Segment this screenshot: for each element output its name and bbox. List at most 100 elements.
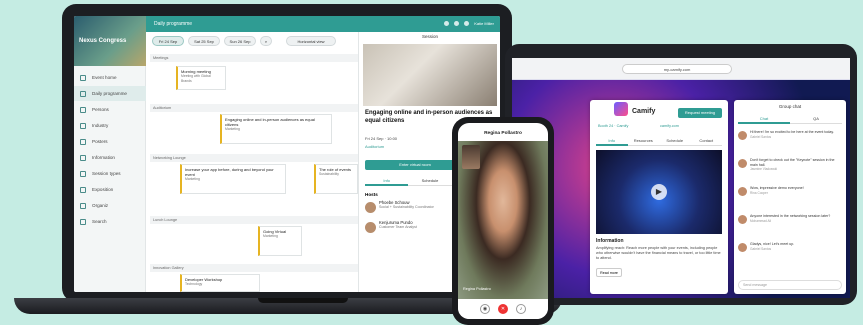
room-label: Lunch Lounge [150,216,358,224]
date-pill-sun[interactable]: Sun 26 Sep [224,36,256,46]
sidebar-item-session-types[interactable]: Session types [74,166,146,181]
date-pill-sat[interactable]: Sat 25 Sep [188,36,220,46]
grid-icon [80,186,86,193]
address-bar[interactable]: my-camify.com [622,64,732,74]
booth-link[interactable]: Booth 24 · Camify [598,124,628,128]
chat-message: Don't forget to check out the "Keynote" … [738,158,842,182]
search-icon[interactable]: ⌕ [260,36,272,46]
sidebar-item-daily-programme[interactable]: Daily programme [74,86,146,101]
sidebar-item-label: Information [92,155,115,160]
tag-icon [80,170,86,177]
event-title: Engaging online and in-person audiences … [225,117,315,127]
room-label: Auditorium [150,104,358,112]
sidebar-item-exposition[interactable]: Exposition [74,182,146,197]
participant-label: Regina Pollastro [463,287,491,291]
people-icon [80,106,86,113]
event-card[interactable]: The role of events Sustainability [314,164,358,194]
browser-bar: my-camify.com [512,58,850,80]
session-location[interactable]: Auditorium [365,144,384,149]
chat-tabs: Chat QA [738,114,842,124]
tab-chat[interactable]: Chat [738,114,790,124]
sidebar-item-event-home[interactable]: Event home [74,70,146,85]
camify-logo [614,102,628,116]
sidebar-item-label: Search [92,219,107,224]
info-text: Amplifying reach: Reach more people with… [596,246,721,260]
read-more-button[interactable]: Read more [596,268,622,277]
chat-input[interactable]: Send message [738,280,842,290]
room-label: Innovation Gallery [150,264,358,272]
camera-icon[interactable]: ◉ [480,304,490,314]
tab-qa[interactable]: QA [790,114,842,124]
chat-message: Anyone interested in the networking sess… [738,214,842,238]
sidebar-item-label: Industry [92,123,109,128]
tab-resources[interactable]: Resources [627,136,659,146]
event-subtitle: Technology [185,282,203,286]
schedule-grid: Meetings Morning meeting Meeting with Glo… [150,54,358,292]
sidebar-item-search[interactable]: Search [74,214,146,229]
event-banner: Nexus Congress [74,16,146,66]
event-subtitle: Sustainability [319,172,339,176]
self-view[interactable] [462,145,480,169]
view-select[interactable]: Horizontal view [286,36,336,46]
room-label: Meetings [150,54,358,62]
tab-info[interactable]: Info [596,136,628,146]
event-subtitle: Marketing [225,127,240,131]
event-card[interactable]: Engaging online and in-person audiences … [220,114,332,144]
tab-info[interactable]: Info [365,176,409,186]
tab-schedule[interactable]: Schedule [659,136,691,146]
avatar [738,215,747,224]
room-label: Networking Lounge [150,154,358,162]
sidebar-item-label: Persons [92,107,109,112]
video-player[interactable]: ▶ [596,150,722,234]
microphone-icon[interactable]: ♪ [516,304,526,314]
host-item[interactable]: Kenjuruma Pundo Customer Team Analyst [365,220,417,236]
avatar[interactable] [464,21,470,26]
chat-message: Hi there! I'm so excited to be here at t… [738,130,842,154]
hosts-heading: Hosts [365,192,378,197]
avatar [738,243,747,252]
page-title: Daily programme [154,21,193,27]
avatar [365,202,376,213]
event-card[interactable]: Morning meeting Meeting with Global Brand… [176,66,226,90]
user-name[interactable]: Katie Miller [474,21,494,26]
caller-name: Regina Pollastro [484,131,522,136]
chat-icon[interactable] [444,21,450,26]
search-icon [80,218,86,225]
exhibitor-name: Camify [632,108,656,115]
play-icon[interactable]: ▶ [651,184,667,200]
bell-icon[interactable] [454,21,460,26]
event-subtitle: Marketing [185,177,200,181]
poster-icon [80,138,86,145]
event-name: Nexus Congress [79,38,127,44]
chat-message: Wow, impressive demo everyone! Rina Coope… [738,186,842,210]
sidebar-item-label: Posters [92,139,108,144]
session-image [363,44,497,106]
date-pill-fri[interactable]: Fri 24 Sep [152,36,184,46]
host-item[interactable]: Phoebe Schouw Social + Sustainability Coo… [365,200,434,216]
sidebar-item-industry[interactable]: Industry [74,118,146,133]
avatar [738,131,747,140]
enter-virtual-room-button[interactable]: Enter virtual room [365,160,465,170]
info-heading: Information [596,238,624,244]
avatar [738,187,747,196]
request-meeting-button[interactable]: Request meeting [678,108,722,118]
event-card[interactable]: Increase your app before, during and bey… [180,164,286,194]
sidebar-item-information[interactable]: Information [74,150,146,165]
laptop-notch [258,298,348,303]
sidebar-item-persons[interactable]: Persons [74,102,146,117]
event-card[interactable]: Developer Workshop Technology [180,274,260,292]
event-card[interactable]: Going Virtual Marketing [258,226,302,256]
end-call-button[interactable]: ✕ [498,304,508,314]
top-bar: Daily programme Katie Miller [146,16,500,32]
event-title: Increase your app before, during and bey… [185,167,274,177]
website-link[interactable]: camify.com [660,124,679,128]
laptop-screen: Nexus Congress Event home Daily programm… [74,16,500,292]
chat-panel: Group chat Chat QA Hi there! I'm so exci… [734,100,846,294]
tab-schedule[interactable]: Schedule [408,176,452,186]
home-icon [80,74,86,81]
sidebar-item-organiz[interactable]: Organiz [74,198,146,213]
sidebar-item-label: Daily programme [92,91,127,96]
tablet-screen: my-camify.com Camify Request meeting Boo… [512,58,850,298]
tab-contact[interactable]: Contact [690,136,722,146]
sidebar-item-posters[interactable]: Posters [74,134,146,149]
